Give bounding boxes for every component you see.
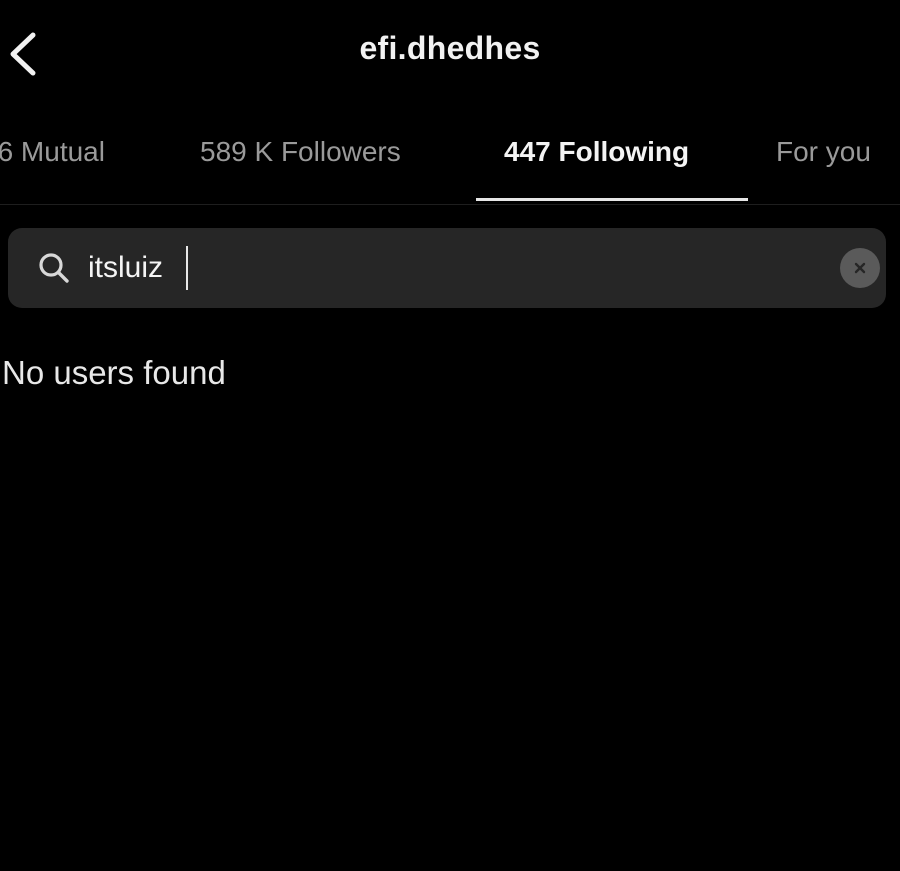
page-title: efi.dhedhes bbox=[359, 30, 541, 66]
search-input[interactable] bbox=[88, 242, 788, 294]
text-cursor bbox=[186, 246, 188, 290]
tab-following[interactable]: 447 Following bbox=[504, 136, 689, 168]
header: efi.dhedhes bbox=[0, 0, 900, 110]
tab-followers[interactable]: 589 K Followers bbox=[200, 136, 401, 168]
tab-bar: 36 Mutual 589 K Followers 447 Following … bbox=[0, 110, 900, 205]
clear-search-button[interactable] bbox=[840, 248, 880, 288]
active-tab-indicator bbox=[476, 198, 748, 201]
clear-icon bbox=[854, 262, 866, 274]
search-bar bbox=[8, 228, 886, 308]
tab-mutual[interactable]: 36 Mutual bbox=[0, 136, 105, 168]
empty-results-message: No users found bbox=[2, 354, 226, 391]
tab-for-you[interactable]: For you bbox=[776, 136, 871, 168]
search-icon bbox=[39, 253, 69, 283]
